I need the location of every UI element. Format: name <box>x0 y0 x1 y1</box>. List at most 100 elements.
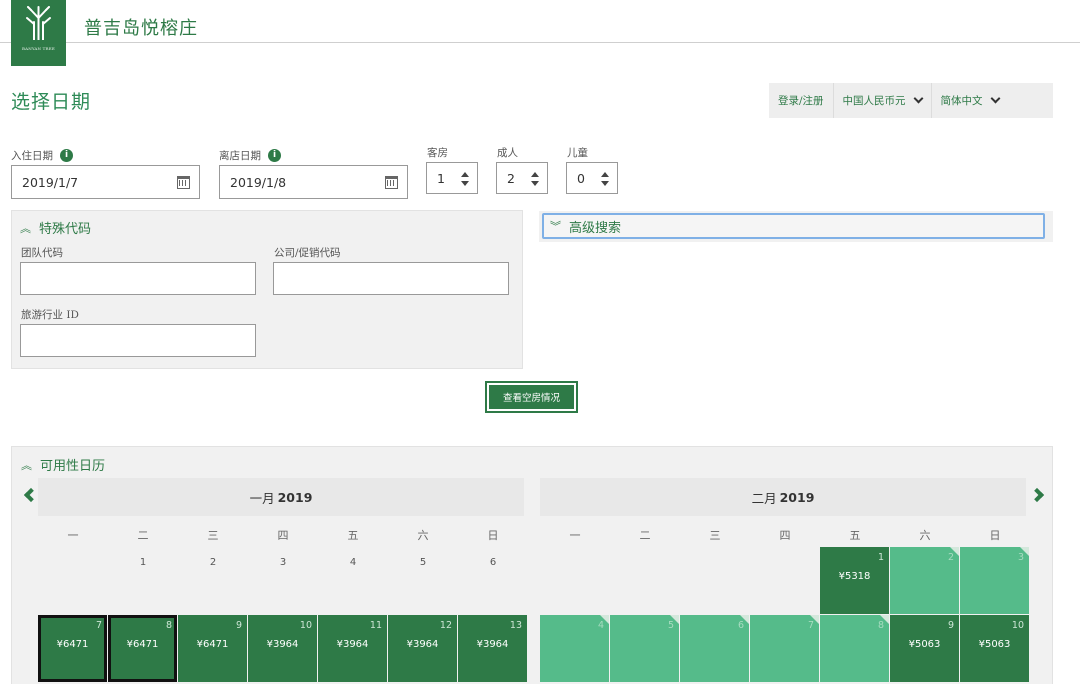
calendar-day-cell[interactable]: 9 ¥6471 <box>178 615 247 682</box>
day-number: 12 <box>439 620 452 631</box>
checkout-label-text: 离店日期 <box>219 150 261 162</box>
children-value: 0 <box>577 170 585 186</box>
special-codes-panel: ︽ 特殊代码 团队代码 公司/促销代码 旅游行业 ID <box>11 210 523 369</box>
day-number: 9 <box>235 620 242 631</box>
day-number: 1 <box>877 552 884 563</box>
weekday-label: 六 <box>919 529 931 542</box>
calendar-day-cell[interactable]: 5 <box>610 615 679 682</box>
day-price: ¥6471 <box>126 639 159 650</box>
account-toolbar: 登录/注册 中国人民币元 简体中文 <box>769 83 1053 118</box>
day-number: 7 <box>95 620 102 631</box>
checkout-label: 离店日期 i <box>219 148 281 163</box>
day-price: ¥3964 <box>266 639 299 650</box>
month-year: 2019 <box>779 489 815 505</box>
currency-dropdown[interactable]: 中国人民币元 <box>834 83 931 118</box>
day-number: 10 <box>1011 620 1024 631</box>
double-chevron-down-icon: ︾ <box>550 220 561 233</box>
banyan-tree-logo[interactable]: BANYAN TREE <box>11 0 66 66</box>
calendar-day-cell[interactable]: 6 <box>680 615 749 682</box>
travel-id-input[interactable] <box>20 324 256 357</box>
month-year: 2019 <box>277 489 313 505</box>
checkin-date-field[interactable]: 2019/1/7 <box>11 165 200 199</box>
weekday-label: 一 <box>569 529 581 542</box>
sort-arrows-icon <box>461 172 469 186</box>
advanced-search-toggle[interactable]: ︾ 高级搜索 <box>542 213 1045 239</box>
unavailable-marker <box>670 615 679 624</box>
calendar-day-cell[interactable]: 4 <box>540 615 609 682</box>
special-codes-toggle[interactable]: ︽ 特殊代码 <box>20 218 91 238</box>
availability-calendar: ︽ 可用性日历 一月 2019 二月 2019 一二三四五六日 1 2 3 4 5 6 7 ¥6… <box>11 446 1053 684</box>
language-dropdown[interactable]: 简体中文 <box>932 83 1008 118</box>
calendar-day-cell[interactable]: 9 ¥5063 <box>890 615 959 682</box>
calendar-day: 1 <box>139 557 147 568</box>
calendar-day-cell[interactable]: 11 ¥3964 <box>318 615 387 682</box>
weekday-label: 四 <box>277 529 289 542</box>
page-title: 选择日期 <box>11 91 92 113</box>
children-select[interactable]: 0 <box>566 162 618 194</box>
weekday-label: 三 <box>207 529 219 542</box>
weekday-label: 六 <box>417 529 429 542</box>
checkin-label-text: 入住日期 <box>11 150 53 162</box>
sort-arrows-icon <box>601 172 609 186</box>
weekday-label: 三 <box>709 529 721 542</box>
calendar-day: 4 <box>349 557 357 568</box>
day-price: ¥3964 <box>476 639 509 650</box>
tree-icon <box>26 6 51 40</box>
calendar-day-cell[interactable]: 2 <box>890 547 959 614</box>
login-link[interactable]: 登录/注册 <box>769 83 833 118</box>
adults-label: 成人 <box>497 147 518 159</box>
calendar-day-cell[interactable]: 7 <box>750 615 819 682</box>
calendar-day: 2 <box>209 557 217 568</box>
advanced-search-title: 高级搜索 <box>569 220 622 236</box>
adults-select[interactable]: 2 <box>496 162 548 194</box>
currency-label: 中国人民币元 <box>842 95 906 107</box>
unavailable-marker <box>1020 547 1029 556</box>
info-icon[interactable]: i <box>268 149 281 162</box>
day-price: ¥5318 <box>838 571 871 582</box>
calendar-day-cell[interactable]: 12 ¥3964 <box>388 615 457 682</box>
calendar-icon[interactable] <box>177 176 190 189</box>
prev-month-arrow-icon[interactable] <box>23 487 39 503</box>
group-code-input[interactable] <box>20 262 256 295</box>
calendar-day: 3 <box>279 557 287 568</box>
day-price: ¥5063 <box>978 639 1011 650</box>
calendar-day-cell[interactable]: 10 ¥3964 <box>248 615 317 682</box>
month-name: 二月 <box>751 490 777 506</box>
promo-code-input[interactable] <box>273 262 509 295</box>
day-price: ¥6471 <box>56 639 89 650</box>
rooms-select[interactable]: 1 <box>426 162 478 194</box>
day-number: 10 <box>299 620 312 631</box>
next-month-arrow-icon[interactable] <box>1029 487 1045 503</box>
calendar-day-cell[interactable]: 3 <box>960 547 1029 614</box>
site-header: BANYAN TREE 普吉岛悦榕庄 <box>0 0 1080 66</box>
checkin-label: 入住日期 i <box>11 148 73 163</box>
calendar-toggle[interactable]: ︽ 可用性日历 <box>21 455 105 475</box>
calendar-day-cell[interactable]: 13 ¥3964 <box>458 615 527 682</box>
double-chevron-up-icon: ︽ <box>20 221 31 235</box>
calendar-day-cell[interactable]: 10 ¥5063 <box>960 615 1029 682</box>
calendar-day-cell[interactable]: 7 ¥6471 <box>38 615 107 682</box>
chevron-down-icon <box>913 93 923 104</box>
unavailable-marker <box>880 615 889 624</box>
month-header: 二月 2019 <box>540 478 1026 516</box>
travel-id-label: 旅游行业 ID <box>21 309 79 321</box>
rooms-label: 客房 <box>427 147 448 159</box>
checkin-date-value: 2019/1/7 <box>22 174 79 190</box>
day-number: 8 <box>165 620 172 631</box>
calendar-day-cell[interactable]: 8 ¥6471 <box>108 615 177 682</box>
info-icon[interactable]: i <box>60 149 73 162</box>
check-availability-button[interactable]: 查看空房情况 <box>485 381 578 413</box>
calendar-day-cell[interactable]: 8 <box>820 615 889 682</box>
weekday-label: 一 <box>67 529 79 542</box>
adults-value: 2 <box>507 170 515 186</box>
unavailable-marker <box>600 615 609 624</box>
calendar-day-cell[interactable]: 1 ¥5318 <box>820 547 889 614</box>
rooms-value: 1 <box>437 170 445 186</box>
chevron-down-icon <box>990 93 1000 104</box>
weekday-label: 二 <box>639 529 651 542</box>
calendar-icon[interactable] <box>385 176 398 189</box>
promo-code-label: 公司/促销代码 <box>274 247 341 259</box>
sort-arrows-icon <box>531 172 539 186</box>
checkout-date-field[interactable]: 2019/1/8 <box>219 165 408 199</box>
unavailable-marker <box>950 547 959 556</box>
